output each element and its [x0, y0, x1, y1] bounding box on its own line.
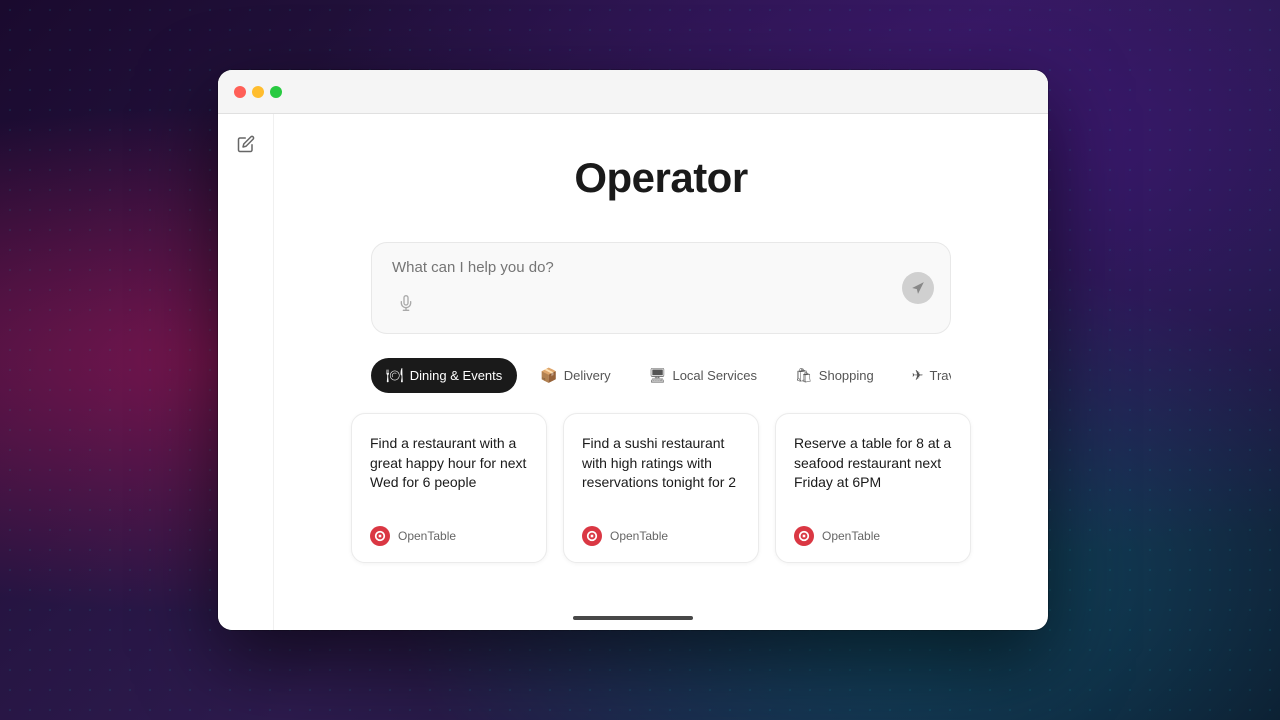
- shopping-icon: 🛍: [795, 367, 813, 384]
- tab-shopping-label: Shopping: [819, 368, 874, 383]
- browser-chrome: [218, 70, 1048, 114]
- opentable-logo-2: [582, 526, 602, 546]
- send-button[interactable]: [902, 272, 934, 304]
- app-title: Operator: [574, 154, 747, 202]
- close-button[interactable]: [234, 86, 246, 98]
- card-2-text: Find a sushi restaurant with high rating…: [582, 434, 740, 493]
- traffic-lights: [234, 86, 282, 98]
- opentable-logo-3: [794, 526, 814, 546]
- travel-icon: ✈: [912, 367, 924, 384]
- card-3[interactable]: Reserve a table for 8 at a seafood resta…: [775, 413, 971, 563]
- tab-local-services[interactable]: 🖥 Local Services: [634, 358, 772, 393]
- search-container: [371, 242, 951, 334]
- opentable-logo-1: [370, 526, 390, 546]
- tab-travel[interactable]: ✈ Travel: [897, 358, 951, 393]
- search-input[interactable]: [392, 259, 930, 276]
- main-content: Operator: [274, 114, 1048, 630]
- card-2-footer: OpenTable: [582, 526, 740, 546]
- card-3-text: Reserve a table for 8 at a seafood resta…: [794, 434, 952, 493]
- card-1-footer: OpenTable: [370, 526, 528, 546]
- tab-delivery-label: Delivery: [564, 368, 611, 383]
- card-2-provider: OpenTable: [610, 529, 668, 543]
- maximize-button[interactable]: [270, 86, 282, 98]
- app-container: Operator: [218, 114, 1048, 630]
- tab-local-label: Local Services: [672, 368, 757, 383]
- card-1-provider: OpenTable: [398, 529, 456, 543]
- card-3-provider: OpenTable: [822, 529, 880, 543]
- delivery-icon: 📦: [540, 367, 557, 384]
- tab-shopping[interactable]: 🛍 Shopping: [780, 358, 889, 393]
- dining-icon: 🍽: [386, 367, 404, 384]
- search-bottom-row: [392, 289, 930, 317]
- tab-travel-label: Travel: [929, 368, 951, 383]
- sidebar: [218, 114, 274, 630]
- card-1-text: Find a restaurant with a great happy hou…: [370, 434, 528, 493]
- card-3-footer: OpenTable: [794, 526, 952, 546]
- mic-icon[interactable]: [392, 289, 420, 317]
- home-indicator: [573, 616, 693, 620]
- tab-dining-label: Dining & Events: [410, 368, 503, 383]
- new-chat-button[interactable]: [232, 130, 260, 158]
- minimize-button[interactable]: [252, 86, 264, 98]
- card-2[interactable]: Find a sushi restaurant with high rating…: [563, 413, 759, 563]
- cards-row: Find a restaurant with a great happy hou…: [351, 413, 971, 563]
- tab-delivery[interactable]: 📦 Delivery: [525, 358, 625, 393]
- card-1[interactable]: Find a restaurant with a great happy hou…: [351, 413, 547, 563]
- browser-window: Operator: [218, 70, 1048, 630]
- local-services-icon: 🖥: [649, 367, 667, 384]
- tab-dining-events[interactable]: 🍽 Dining & Events: [371, 358, 517, 393]
- category-tabs: 🍽 Dining & Events 📦 Delivery 🖥 Local Ser…: [371, 358, 951, 393]
